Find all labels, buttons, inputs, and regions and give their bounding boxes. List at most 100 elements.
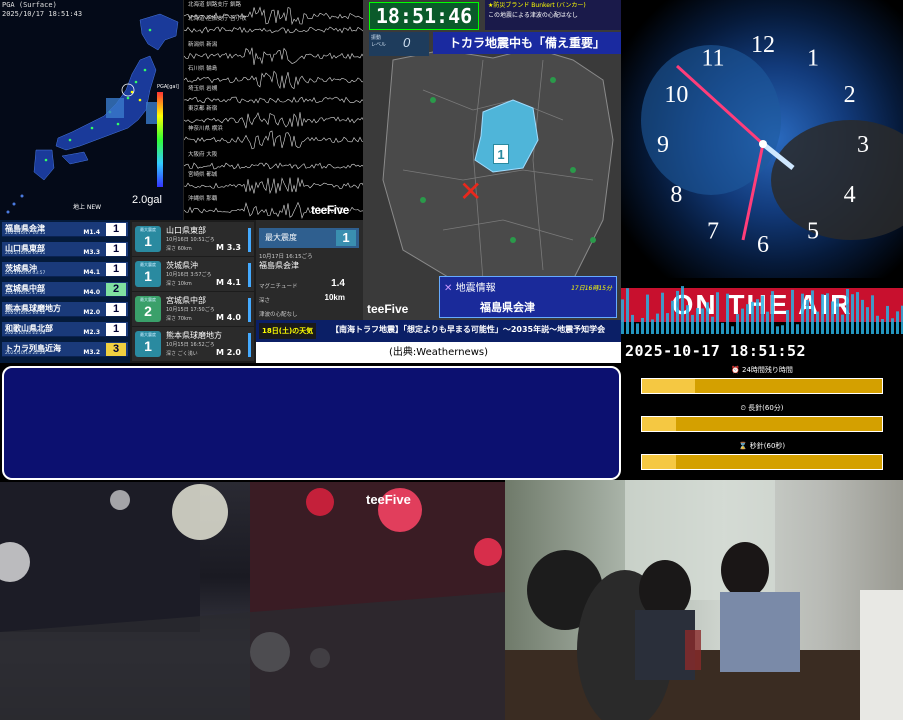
meter-bar — [736, 314, 739, 334]
meter-bar — [881, 318, 884, 334]
meter-bar — [726, 293, 729, 334]
meter-bar — [741, 308, 744, 334]
progress-item: ⏲ 長針(60分) — [641, 402, 883, 432]
analog-clock-panel: 12 1 2 3 4 5 6 7 8 9 10 11 — [621, 0, 903, 278]
quake-card-bar — [248, 228, 251, 252]
datetime-progress-panel: 2025-10-17 18:51:52 ⏰ 24時間残り時間 ⏲ 長針(60分) ⌛… — [621, 334, 903, 480]
street-scene — [0, 482, 505, 720]
max-intensity-label: 最大震度 — [265, 233, 297, 242]
meter-bar — [706, 302, 709, 334]
quake-clock: 18:51:46 — [369, 2, 479, 30]
meter-bar — [856, 292, 859, 334]
quake-card: 最大震度 1 熊本県球磨地方 10月15日 16:52ごろ 深さ ごく浅い M 2.0 — [132, 327, 254, 361]
teefive-logo: teeFive — [367, 302, 409, 316]
meter-bar — [841, 314, 844, 334]
quake-info-time: 17日16時15分 — [571, 285, 612, 292]
meter-bar — [781, 325, 784, 334]
quake-card-date: 10月15日 17:50ごろ — [166, 307, 215, 313]
meter-bar — [771, 291, 774, 334]
meter-bar — [816, 311, 819, 334]
quake-list-item: 宮城県中部 2025/10/15 17:50 M4.0 2 — [2, 282, 128, 297]
magnitude-label: マグニチュード — [259, 284, 298, 290]
intensity-badge-value: 1 — [144, 268, 152, 284]
hourglass-icon: ⌛ — [738, 442, 748, 450]
pga-scale-label: PGA[gal] — [157, 84, 179, 90]
quake-card-date: 10月16日 3:57ごろ — [166, 272, 212, 278]
quake-list-intensity: 1 — [106, 263, 126, 276]
sponsor-ticker: ★防災ブランド Bunkert (バンカー) この地震による津波の心配はなし — [485, 0, 621, 30]
clock-number: 2 — [844, 82, 856, 108]
quake-x-icon: ✕ — [444, 283, 453, 294]
quake-card-name: 山口県東部 — [166, 226, 206, 235]
depth-value: 10km — [324, 293, 345, 302]
meter-bar — [766, 311, 769, 334]
clock-number: 7 — [707, 219, 719, 245]
progress-fill — [642, 455, 676, 469]
intensity-badge: 最大震度 1 — [135, 331, 161, 357]
progress-item: ⌛ 秒針(60秒) — [641, 440, 883, 470]
headline-banner: トカラ地震中も「備え重要」 — [433, 32, 621, 54]
quake-card-bar — [248, 333, 251, 357]
quake-info-place: 福島県会津 — [480, 301, 535, 314]
meter-bar — [876, 315, 879, 334]
meter-bar — [746, 304, 749, 334]
quake-list-intensity: 1 — [106, 323, 126, 336]
meter-bar — [656, 313, 659, 334]
intensity-badge-value: 1 — [144, 338, 152, 354]
meter-bar — [756, 299, 759, 334]
meter-bar — [891, 318, 894, 334]
earthquake-map-panel: 1 ✕ 18:51:46 ★防災ブランド Bunkert (バンカー) この地震… — [363, 0, 621, 320]
meter-bar — [866, 307, 869, 334]
quake-list-item: 和歌山県北部 2025/10/14 22:28 M2.3 1 — [2, 322, 128, 337]
shaking-level-box: 振動 レベル 0 — [369, 32, 429, 56]
epicenter-marker-icon: ✕ — [459, 175, 483, 208]
gal-value: 2.0gal — [132, 194, 162, 206]
street-camera-feed: teeFive — [0, 482, 505, 720]
quake-info-title: ✕ 地震情報 — [444, 279, 496, 294]
meter-bar — [896, 311, 899, 334]
quake-card-bar — [248, 298, 251, 322]
shaking-level-label: 振動 レベル — [371, 35, 387, 48]
progress-fill — [642, 417, 676, 431]
clock-number: 4 — [844, 182, 856, 208]
quake-list-item: 福島県会津 2025/10/17 16:15 M1.4 1 — [2, 222, 128, 237]
teefive-logo: teeFive — [366, 492, 411, 507]
meter-bar — [721, 322, 724, 334]
quake-detail-cards: 最大震度 1 山口県東部 10月16日 10:51ごろ 深さ 60km M 3.3 最大震度… — [130, 220, 256, 363]
intensity-badge-value: 1 — [144, 233, 152, 249]
alarm-icon: ⏰ — [731, 366, 740, 374]
meter-bar — [646, 294, 649, 334]
quake-list-date: 2025/10/16 03:57 — [5, 271, 46, 276]
clock-number: 11 — [701, 45, 724, 71]
meter-bar — [791, 289, 794, 334]
intensity-badge-label: 最大震度 — [140, 262, 156, 267]
clock-number: 8 — [670, 182, 682, 208]
on-air-panel: ON THE AIR — [621, 278, 903, 334]
progress-label-text: 秒針(60秒) — [749, 442, 786, 450]
meter-bar — [751, 301, 754, 334]
waveform-trace — [184, 130, 363, 150]
quake-card-depth: 深さ 10km — [166, 281, 192, 287]
audio-meter — [621, 286, 903, 334]
quake-list-date: 2025/10/14 22:23 — [5, 351, 46, 356]
teefive-logo: teeFive — [311, 203, 349, 217]
clock-number: 3 — [857, 132, 869, 158]
quake-list-mag: M2.3 — [83, 329, 100, 336]
quake-card: 最大震度 1 山口県東部 10月16日 10:51ごろ 深さ 60km M 3.3 — [132, 222, 254, 256]
quake-card-mag: M 2.0 — [216, 348, 241, 357]
quake-card-mag: M 3.3 — [216, 243, 241, 252]
progress-track — [641, 416, 883, 432]
meter-bar — [821, 294, 824, 334]
intensity-badge: 最大震度 1 — [135, 261, 161, 287]
meter-bar — [696, 308, 699, 334]
quake-list-intensity: 1 — [106, 223, 126, 236]
intensity-badge-value: 2 — [144, 303, 152, 319]
clock-number: 12 — [751, 32, 775, 58]
quake-list-date: 2025/10/15 16:52 — [5, 311, 46, 316]
quake-place: 福島県会津 — [259, 261, 299, 270]
max-intensity-panel: 最大震度 1 10月17日 16:15ごろ 福島県会津 マグニチュード 1.4 … — [256, 220, 363, 320]
quake-list-item: トカラ列島近海 2025/10/14 22:23 M3.2 3 — [2, 342, 128, 357]
clock-icon: ⏲ — [740, 404, 746, 412]
quake-card-mag: M 4.1 — [216, 278, 241, 287]
meter-bar — [851, 294, 854, 334]
